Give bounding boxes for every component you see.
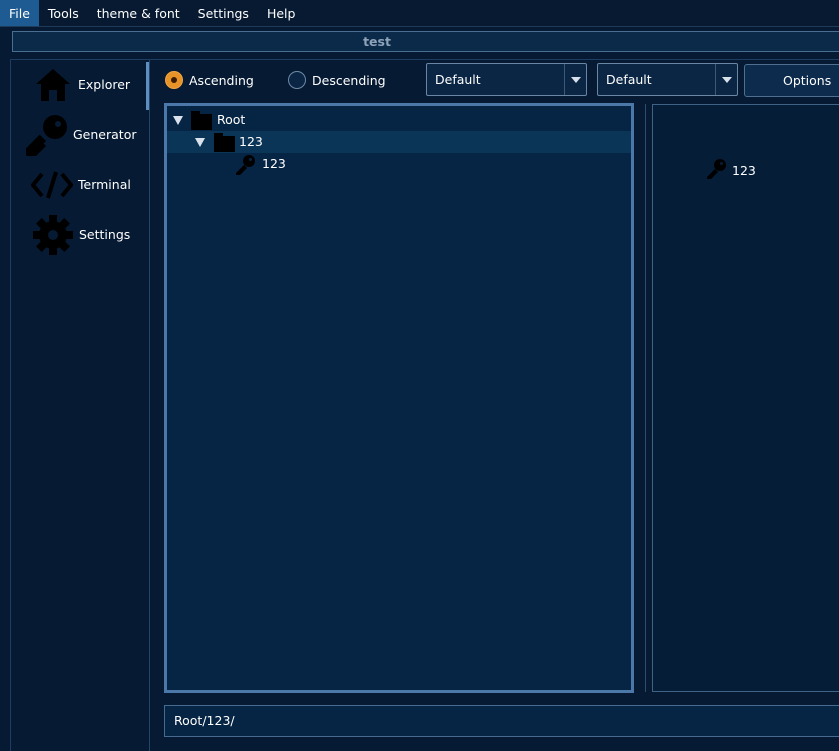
menu-theme-font[interactable]: theme & font <box>88 0 189 26</box>
sidebar-item-terminal[interactable]: Terminal <box>11 162 148 208</box>
key-icon <box>706 158 728 183</box>
menu-settings[interactable]: Settings <box>189 0 258 26</box>
expand-arrow-icon[interactable] <box>173 116 183 125</box>
home-icon <box>35 68 71 105</box>
chevron-down-icon[interactable] <box>564 64 586 95</box>
tree-node-label: 123 <box>262 156 286 171</box>
menu-help[interactable]: Help <box>258 0 305 26</box>
key-icon <box>235 154 257 179</box>
code-icon <box>30 170 74 203</box>
sidebar-item-label: Generator <box>73 127 137 142</box>
detail-item-key-123[interactable]: 123 <box>706 158 756 183</box>
sidebar-item-label: Terminal <box>78 177 131 192</box>
tree-node-root[interactable]: Root <box>167 109 631 131</box>
tree-node-folder-123[interactable]: 123 <box>167 131 631 153</box>
detail-panel <box>652 104 839 692</box>
radio-label: Ascending <box>189 72 254 88</box>
detail-item-label: 123 <box>732 163 756 178</box>
combo-value: Default <box>606 72 652 87</box>
sidebar-item-label: Explorer <box>78 77 131 92</box>
filter-combo-1[interactable]: Default <box>426 63 587 96</box>
chevron-down-icon[interactable] <box>715 64 737 95</box>
menu-file[interactable]: File <box>0 0 39 26</box>
radio-dot <box>288 71 306 89</box>
sidebar-active-indicator <box>146 62 149 110</box>
sidebar-item-generator[interactable]: Generator <box>11 112 148 159</box>
menu-tools[interactable]: Tools <box>39 0 88 26</box>
folder-icon <box>191 111 212 130</box>
tree-view[interactable]: Root 123 123 <box>164 103 634 693</box>
window-title-field: test <box>12 31 839 52</box>
sidebar-item-settings[interactable]: Settings <box>11 212 148 258</box>
path-field[interactable]: Root/123/ <box>164 705 839 737</box>
key-icon <box>22 114 70 159</box>
gear-icon <box>33 215 73 258</box>
options-button[interactable]: Options <box>744 64 839 97</box>
sidebar-item-label: Settings <box>79 227 131 242</box>
tree-node-label: Root <box>217 112 246 127</box>
sidebar: Explorer Generator Terminal Settings <box>11 60 150 751</box>
tree-node-label: 123 <box>239 134 263 149</box>
radio-dot <box>165 71 183 89</box>
folder-icon <box>214 133 235 152</box>
filter-combo-2[interactable]: Default <box>597 63 738 96</box>
sidebar-item-explorer[interactable]: Explorer <box>11 62 148 108</box>
expand-arrow-icon[interactable] <box>195 138 205 147</box>
radio-label: Descending <box>312 72 386 88</box>
sort-ascending-radio[interactable]: Ascending <box>165 71 254 89</box>
combo-value: Default <box>435 72 481 87</box>
menu-bar: File Tools theme & font Settings Help <box>0 0 839 27</box>
panel-splitter[interactable] <box>645 104 646 692</box>
tree-node-key-123[interactable]: 123 <box>167 153 631 175</box>
sort-descending-radio[interactable]: Descending <box>288 71 386 89</box>
